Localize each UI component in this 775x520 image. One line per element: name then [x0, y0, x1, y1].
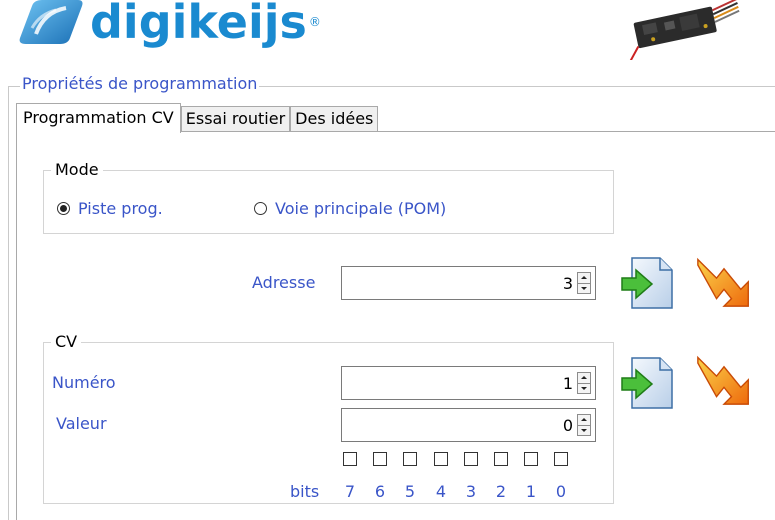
- cv-number-value: 1: [562, 374, 573, 393]
- cv-legend: CV: [51, 332, 82, 351]
- radio-main-track[interactable]: Voie principale (POM): [254, 199, 446, 218]
- cv-value-value: 0: [562, 416, 573, 435]
- bit-checkbox-0[interactable]: [554, 452, 568, 466]
- tab-ideas[interactable]: Des idées: [290, 106, 379, 132]
- tab-road-test[interactable]: Essai routier: [180, 106, 291, 132]
- decoder-board-image: [628, 0, 740, 60]
- bit-label-3: 3: [465, 482, 477, 501]
- brand-name: digikeijs: [90, 0, 307, 49]
- address-spinbox[interactable]: 3: [341, 266, 596, 300]
- read-cv-icon[interactable]: [620, 354, 676, 410]
- address-spin-buttons[interactable]: [577, 272, 591, 294]
- bit-checkbox-4[interactable]: [434, 452, 448, 466]
- bit-checkbox-6[interactable]: [373, 452, 387, 466]
- cv-value-spinbox[interactable]: 0: [341, 408, 596, 442]
- radio-prog-track-label: Piste prog.: [78, 199, 163, 218]
- bit-label-2: 2: [495, 482, 507, 501]
- bit-label-5: 5: [404, 482, 416, 501]
- bit-label-4: 4: [435, 482, 447, 501]
- logo-mark-icon: [19, 0, 83, 44]
- bit-label-1: 1: [525, 482, 537, 501]
- cv-number-spin-buttons[interactable]: [577, 372, 591, 394]
- brand-logo: digikeijs ®: [14, 0, 321, 50]
- radio-main-track-label: Voie principale (POM): [275, 199, 447, 218]
- write-cv-icon[interactable]: [696, 350, 752, 406]
- radio-checked-icon: [57, 202, 70, 215]
- bit-checkbox-2[interactable]: [494, 452, 508, 466]
- cv-value-spin-buttons[interactable]: [577, 414, 591, 436]
- tab-bar: Programmation CV Essai routier Des idées: [16, 103, 379, 133]
- mode-legend: Mode: [51, 160, 103, 179]
- cv-number-label: Numéro: [52, 373, 116, 392]
- cv-value-label: Valeur: [56, 414, 107, 433]
- bit-checkbox-7[interactable]: [343, 452, 357, 466]
- write-address-icon[interactable]: [696, 252, 752, 308]
- address-value: 3: [562, 274, 573, 293]
- bit-checkbox-1[interactable]: [524, 452, 538, 466]
- bit-label-7: 7: [344, 482, 356, 501]
- bits-label: bits: [290, 482, 320, 501]
- bit-label-6: 6: [374, 482, 386, 501]
- bit-label-0: 0: [555, 482, 567, 501]
- group-title: Propriétés de programmation: [20, 74, 260, 93]
- radio-unchecked-icon: [254, 202, 267, 215]
- address-label: Adresse: [252, 273, 316, 292]
- cv-number-spinbox[interactable]: 1: [341, 366, 596, 400]
- bit-checkbox-5[interactable]: [403, 452, 417, 466]
- radio-prog-track[interactable]: Piste prog.: [57, 199, 163, 218]
- registered-mark: ®: [308, 15, 321, 29]
- read-address-icon[interactable]: [620, 254, 676, 310]
- tab-cv-programming[interactable]: Programmation CV: [16, 103, 181, 133]
- bit-checkbox-3[interactable]: [464, 452, 478, 466]
